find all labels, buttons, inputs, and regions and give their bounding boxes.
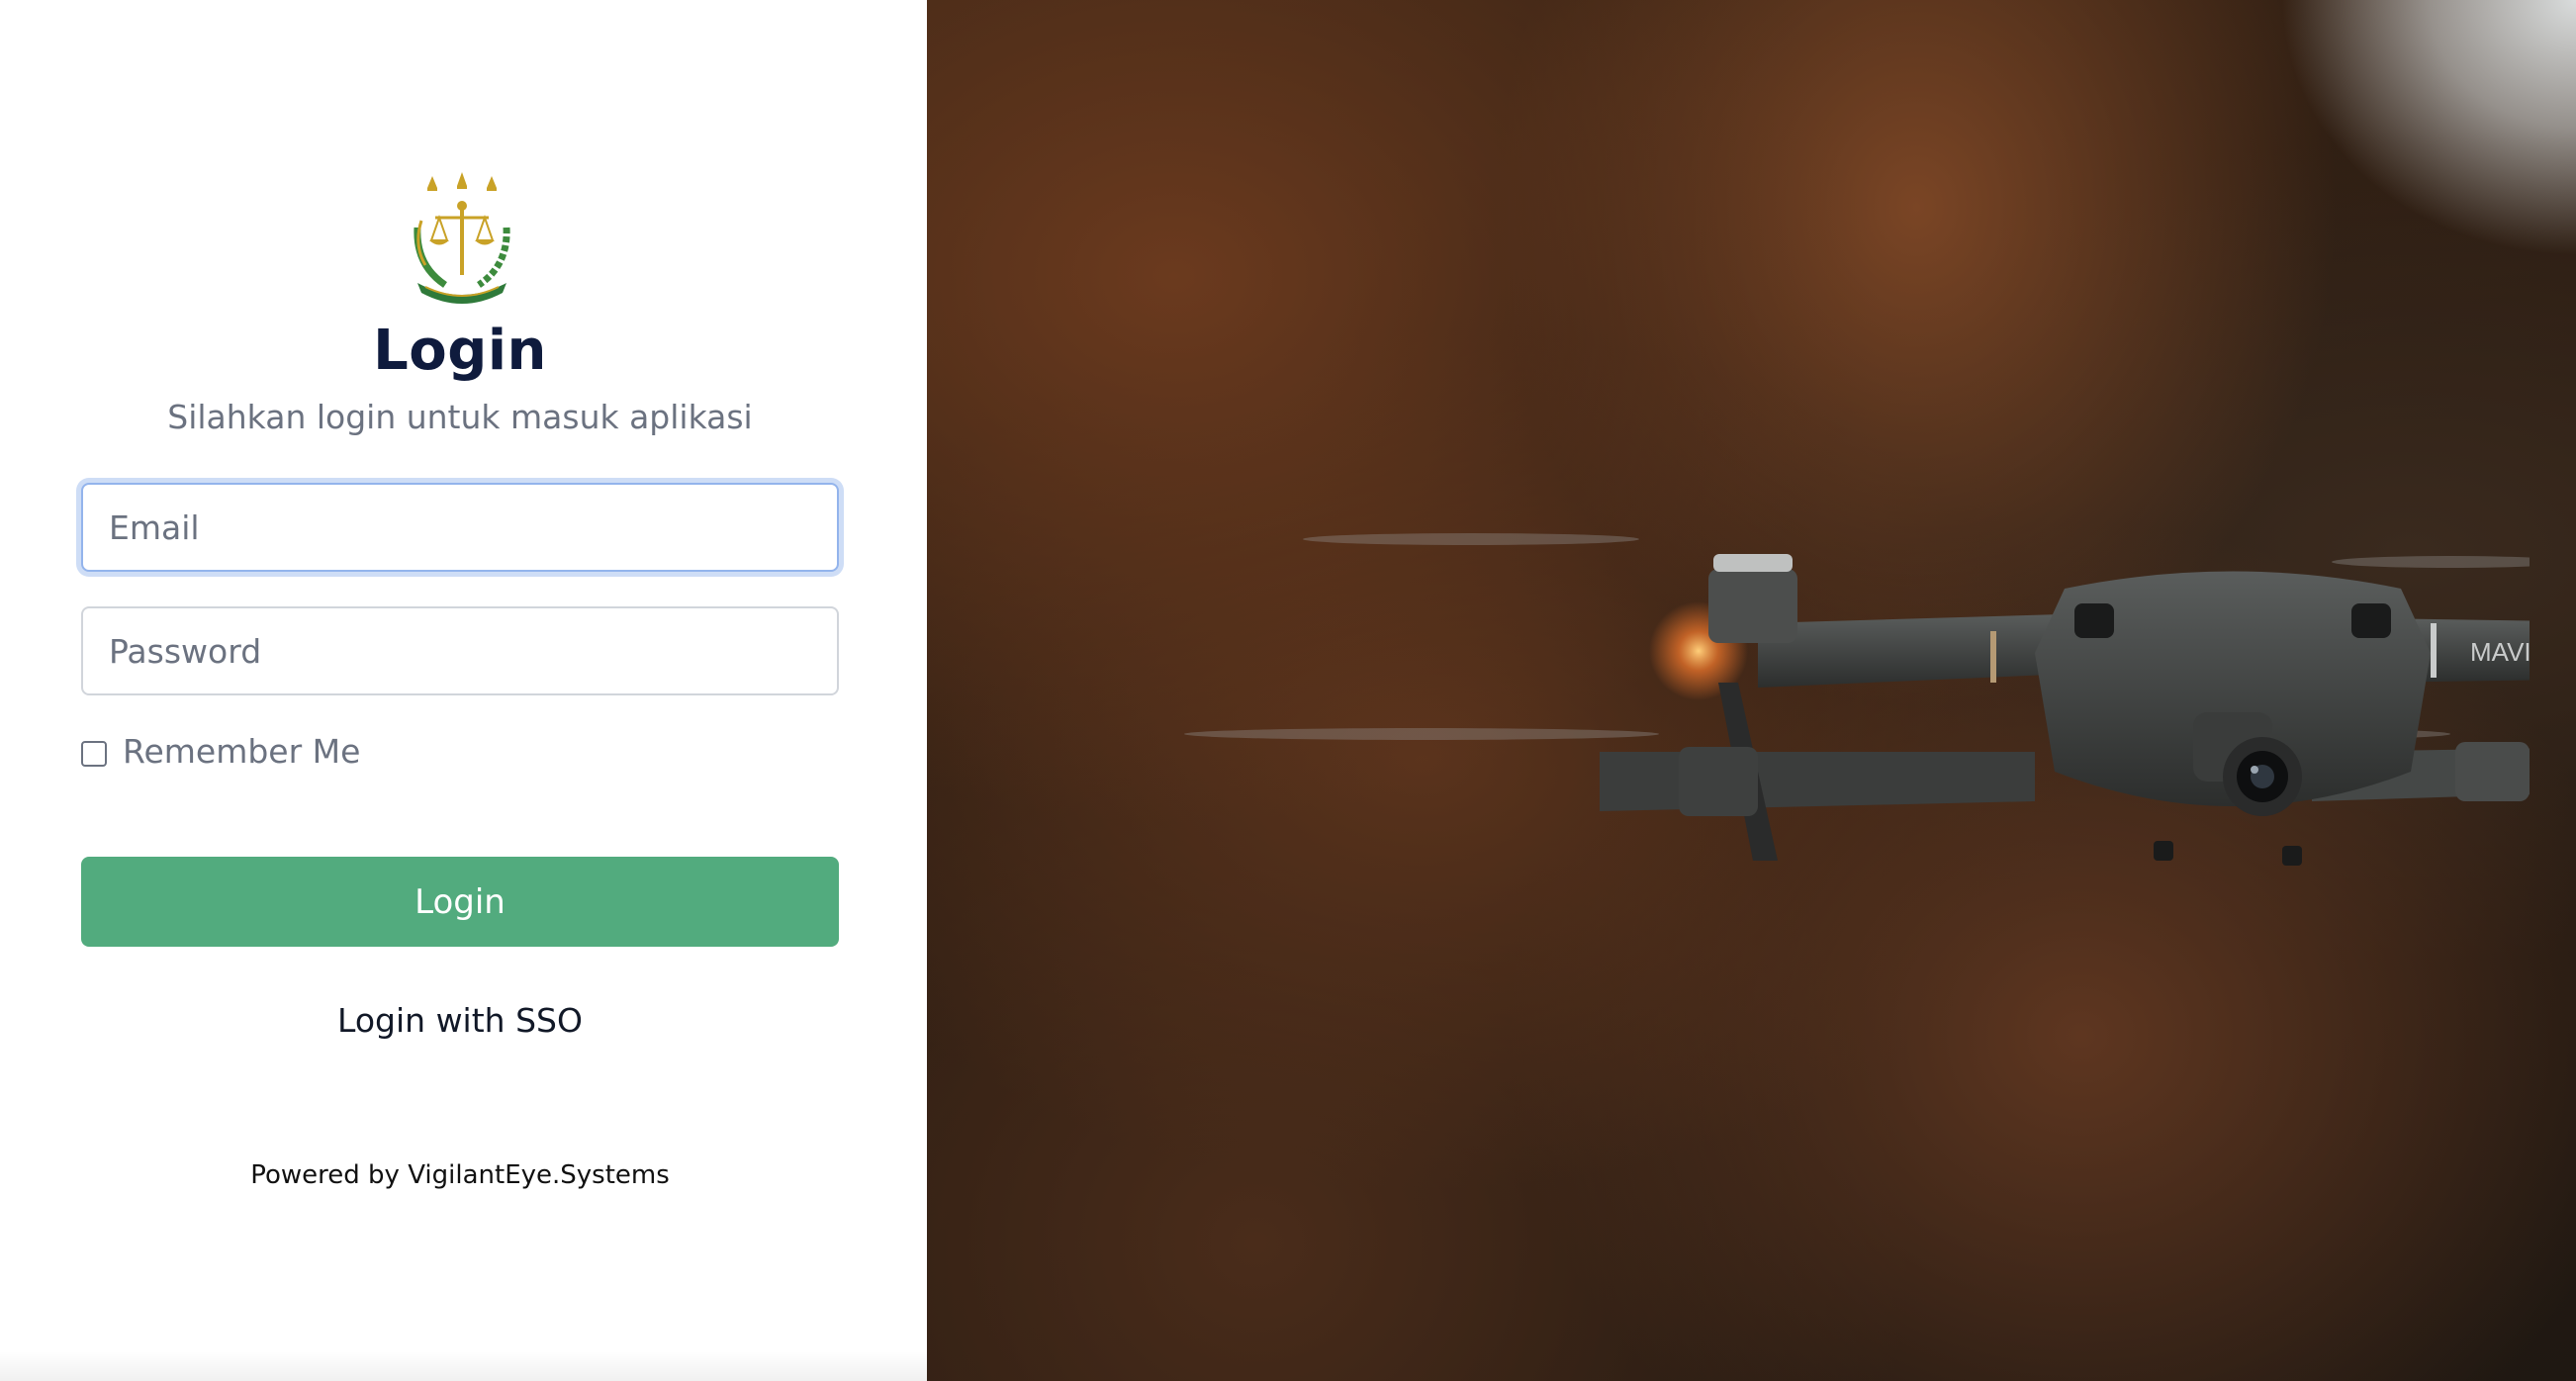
password-field[interactable] [81, 606, 839, 695]
email-field[interactable] [81, 483, 839, 572]
page-title: Login [373, 319, 547, 383]
powered-by-text: Powered by VigilantEye.Systems [250, 1160, 670, 1190]
login-page: Login Silahkan login untuk masuk aplikas… [0, 0, 2576, 1381]
justice-emblem-icon [414, 172, 510, 304]
sky-highlight [2279, 0, 2576, 257]
remember-me-checkbox[interactable] [81, 740, 107, 767]
remember-me-row[interactable]: Remember Me [81, 732, 360, 771]
remember-me-label[interactable]: Remember Me [123, 732, 360, 771]
login-button[interactable]: Login [81, 857, 839, 947]
drone-icon: MAVIC PRO [1184, 533, 2530, 866]
hero-image: MAVIC PRO [927, 0, 2576, 1381]
login-panel: Login Silahkan login untuk masuk aplikas… [0, 0, 927, 1381]
drone-label: MAVIC PRO [2470, 637, 2530, 667]
page-subtitle: Silahkan login untuk masuk aplikasi [167, 398, 753, 436]
login-with-sso-link[interactable]: Login with SSO [0, 1001, 920, 1040]
